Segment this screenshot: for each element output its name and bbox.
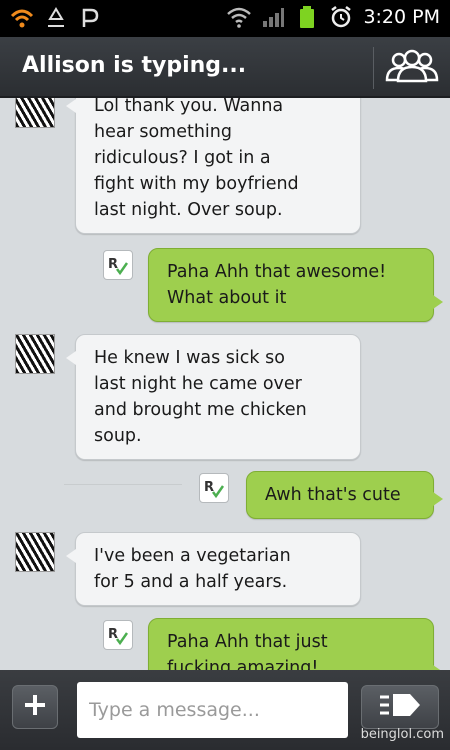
- read-receipt-icon: R: [103, 620, 133, 650]
- watermark: beinglol.com: [360, 727, 444, 742]
- outgoing-message[interactable]: Paha Ahh that just fucking amazing!: [148, 618, 443, 670]
- header-divider: [373, 47, 374, 89]
- outgoing-message[interactable]: Paha Ahh that awesome! What about it: [148, 248, 443, 322]
- incoming-message[interactable]: Lol thank you. Wanna hear something ridi…: [66, 98, 361, 234]
- wifi-signal-icon: [227, 5, 252, 29]
- divider: [64, 484, 182, 485]
- wifi-notification-icon: [10, 6, 34, 30]
- read-receipt-icon: R: [199, 473, 229, 503]
- add-attachment-button[interactable]: [12, 685, 58, 729]
- contact-avatar[interactable]: [15, 532, 55, 572]
- parking-icon: [78, 6, 102, 30]
- message-list[interactable]: Lol thank you. Wanna hear something ridi…: [0, 98, 450, 670]
- contact-avatar[interactable]: [15, 334, 55, 374]
- plus-icon: [22, 692, 48, 722]
- conversation-header: Allison is typing...: [0, 37, 450, 98]
- send-button[interactable]: [361, 685, 439, 729]
- status-time: 3:20 PM: [363, 6, 440, 28]
- cell-signal-icon: [261, 5, 285, 29]
- send-icon: [376, 690, 424, 724]
- read-receipt-icon: R: [103, 250, 133, 280]
- contacts-icon: [384, 49, 440, 87]
- message-input[interactable]: [77, 682, 348, 738]
- status-bar: 3:20 PM: [0, 0, 450, 37]
- recycle-icon: [44, 6, 68, 30]
- page-title: Allison is typing...: [22, 53, 247, 78]
- alarm-icon: [329, 5, 353, 29]
- contact-avatar[interactable]: [15, 98, 55, 128]
- incoming-message[interactable]: He knew I was sick so last night he came…: [66, 334, 361, 460]
- outgoing-message[interactable]: Awh that's cute: [246, 471, 443, 519]
- incoming-message[interactable]: I've been a vegetarian for 5 and a half …: [66, 532, 361, 606]
- battery-icon: [295, 5, 319, 29]
- contacts-button[interactable]: [382, 47, 442, 89]
